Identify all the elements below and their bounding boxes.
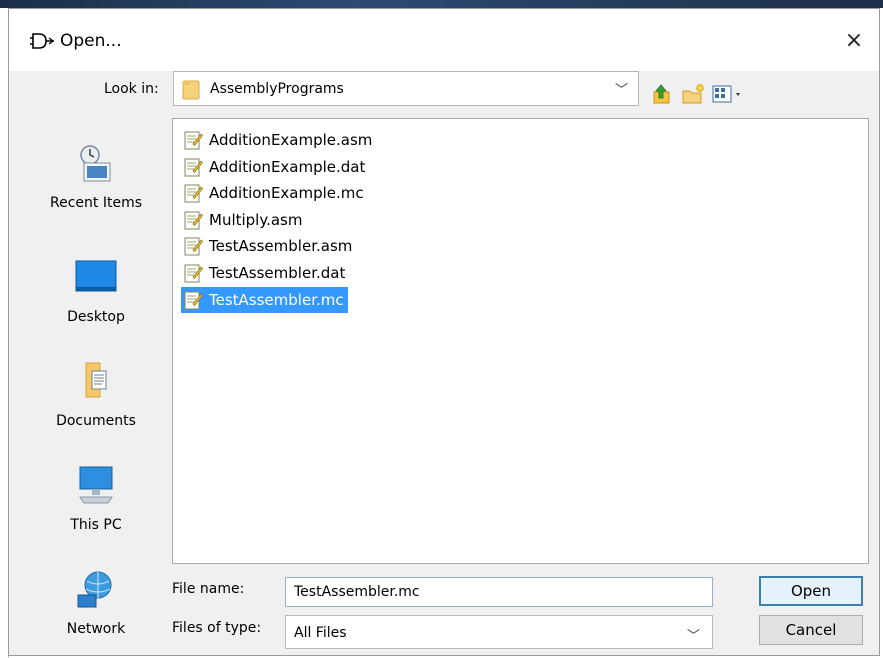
file-name-text: TestAssembler.dat	[209, 264, 346, 282]
chevron-down-icon: ﹀	[686, 629, 700, 644]
network-icon	[77, 571, 112, 608]
file-list-item[interactable]: AdditionExample.asm	[181, 127, 376, 153]
place-desktop[interactable]: Desktop	[31, 255, 161, 325]
file-name-text: AdditionExample.dat	[209, 157, 366, 176]
places-bar: Recent Items Desktop Documents This PC N…	[31, 117, 161, 649]
text-file-icon	[184, 264, 203, 283]
background-window-strip	[0, 0, 883, 8]
file-name-text: TestAssembler.asm	[209, 237, 353, 256]
file-type-select[interactable]: All Files ﹀	[285, 615, 713, 649]
text-file-icon	[184, 291, 203, 310]
look-in-combobox[interactable]: AssemblyPrograms ﹀	[173, 71, 639, 106]
place-label: This PC	[70, 517, 122, 533]
place-label: Recent Items	[50, 195, 142, 211]
file-name-text: TestAssembler.mc	[209, 290, 344, 309]
file-type-value: All Files	[294, 625, 347, 641]
open-button[interactable]: Open	[759, 576, 863, 606]
title-bar[interactable]: Open... ×	[9, 9, 879, 71]
documents-icon	[85, 362, 107, 398]
place-label: Network	[66, 621, 126, 637]
place-label: Desktop	[67, 309, 125, 325]
place-label: Documents	[56, 413, 136, 429]
place-network[interactable]: Network	[31, 567, 161, 637]
file-list-item[interactable]: TestAssembler.dat	[181, 260, 349, 286]
place-this-pc[interactable]: This PC	[31, 463, 161, 533]
file-name-input[interactable]	[285, 577, 713, 607]
text-file-icon	[184, 184, 203, 203]
file-list-item[interactable]: TestAssembler.mc	[181, 286, 348, 313]
chevron-down-icon: ﹀	[614, 83, 628, 98]
cancel-button[interactable]: Cancel	[759, 615, 863, 645]
open-dialog: Open... × Look in: AssemblyPrograms ﹀ Re…	[8, 8, 880, 656]
folder-icon	[182, 80, 200, 100]
text-file-icon	[184, 131, 203, 150]
place-documents[interactable]: Documents	[31, 359, 161, 429]
up-one-level-icon[interactable]	[649, 83, 673, 105]
file-name-label: File name:	[172, 581, 245, 597]
file-name-text: AdditionExample.mc	[209, 184, 364, 203]
create-new-folder-icon[interactable]	[681, 83, 705, 105]
view-menu-icon[interactable]	[711, 83, 745, 105]
look-in-value: AssemblyPrograms	[210, 81, 344, 97]
file-list-item[interactable]: TestAssembler.asm	[181, 233, 356, 259]
file-list[interactable]: AdditionExample.asm AdditionExample.dat Ad…	[172, 118, 869, 564]
file-type-label: Files of type:	[172, 620, 262, 636]
desktop-icon	[75, 260, 117, 292]
file-list-item[interactable]: Multiply.asm	[181, 207, 306, 233]
dialog-title: Open...	[60, 31, 122, 51]
file-name-text: Multiply.asm	[209, 210, 303, 229]
text-file-icon	[184, 211, 203, 230]
file-list-item[interactable]: AdditionExample.mc	[181, 180, 368, 206]
text-file-icon	[184, 158, 203, 177]
file-name-text: AdditionExample.asm	[209, 131, 373, 149]
text-file-icon	[184, 237, 203, 256]
this-pc-icon	[79, 466, 113, 504]
file-list-item[interactable]: AdditionExample.dat	[181, 154, 369, 180]
place-recent-items[interactable]: Recent Items	[31, 141, 161, 211]
recent-items-icon	[80, 145, 111, 182]
look-in-label: Look in:	[104, 81, 159, 97]
logisim-app-icon	[30, 33, 55, 49]
close-button[interactable]: ×	[839, 27, 869, 55]
